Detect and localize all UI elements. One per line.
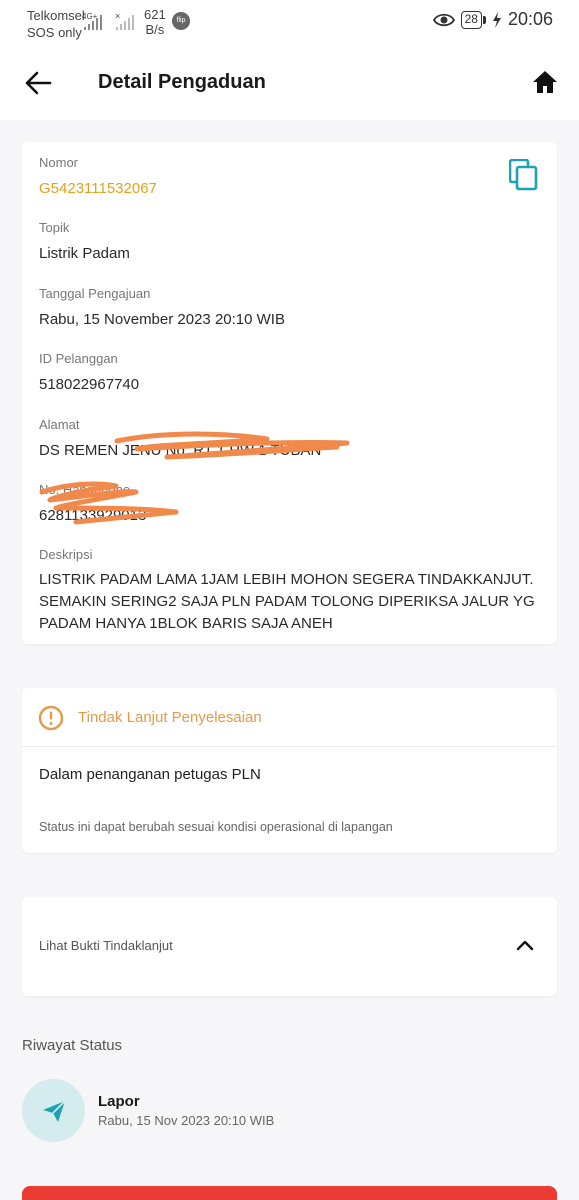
network-speed: 621 B/s [144,7,166,37]
carrier-name: Telkomsel [27,8,85,23]
alamat-value: DS REMEN JENU No. RT 1 RW 1 TUBAN [39,442,322,459]
home-icon[interactable] [531,68,559,96]
speed-unit: B/s [145,22,165,37]
field-alamat: Alamat DS REMEN JENU No. RT 1 RW 1 TUBAN [39,417,321,461]
evidence-label: Lihat Bukti Tindaklanjut [39,938,173,953]
network-type: 4G+ [82,12,98,21]
alert-circle-icon [38,705,64,731]
history-item-title: Lapor [98,1093,140,1110]
bottom-action-button[interactable] [22,1186,557,1200]
follow-up-header: Tindak Lanjut Penyelesaian [22,688,557,747]
follow-up-status: Dalam penanganan petugas PLN [39,766,261,783]
clock: 20:06 [507,9,553,29]
history-title: Riwayat Status [22,1037,123,1054]
page-title: Detail Pengaduan [98,71,266,93]
nomor-value: G5423111532067 [39,180,157,197]
idpel-label: ID Pelanggan [39,351,118,366]
history-item-icon [22,1079,85,1142]
app-bar: Detail Pengaduan [0,50,579,120]
battery-indicator: 28 [460,10,486,29]
back-arrow-icon[interactable] [24,69,52,97]
speed-value: 621 [144,7,166,22]
carrier-info: Telkomsel SOS only [27,7,85,41]
evidence-toggle-card[interactable]: Lihat Bukti Tindaklanjut [22,897,557,996]
follow-up-card: Tindak Lanjut Penyelesaian Dalam penanga… [22,688,557,853]
signal-icon: 4G+ × [82,11,134,30]
status-right: 28 20:06 [432,9,553,30]
chevron-up-icon[interactable] [515,935,535,955]
topik-value: Listrik Padam [39,245,130,262]
svg-text:×: × [115,11,120,21]
follow-up-title: Tindak Lanjut Penyelesaian [78,709,262,726]
history-item-time: Rabu, 15 Nov 2023 20:10 WIB [98,1113,275,1128]
flip-icon: flip [172,12,190,30]
sos-text: SOS only [27,25,82,40]
status-bar: Telkomsel SOS only 4G+ × 621 B/s flip 28… [0,0,579,50]
deskripsi-value: LISTRIK PADAM LAMA 1JAM LEBIH MOHON SEGE… [39,571,535,632]
eye-icon [432,13,455,26]
idpel-value: 518022967740 [39,376,140,393]
battery-level: 28 [460,10,482,29]
nomor-label: Nomor [39,155,79,170]
bolt-icon [492,11,501,28]
deskripsi-label: Deskripsi [39,547,93,562]
tanggal-label: Tanggal Pengajuan [39,286,151,301]
follow-up-note: Status ini dapat berubah sesuai kondisi … [39,820,393,834]
hp-label: No. Handphone [39,482,131,497]
field-nomor: Nomor G5423111532067 [39,155,157,199]
field-id-pelanggan: ID Pelanggan 518022967740 [39,351,139,395]
field-deskripsi: Deskripsi LISTRIK PADAM LAMA 1JAM LEBIH … [39,547,539,635]
send-icon [43,1100,66,1122]
tanggal-value: Rabu, 15 November 2023 20:10 WIB [39,311,285,328]
field-topik: Topik Listrik Padam [39,220,130,264]
copy-icon[interactable] [509,159,539,191]
topik-label: Topik [39,220,70,235]
field-handphone: No. Handphone 6281133929013 [39,482,146,526]
complaint-detail-card: Nomor G5423111532067 Topik Listrik Padam… [22,142,557,644]
hp-value: 6281133929013 [39,507,147,524]
alamat-label: Alamat [39,417,80,432]
field-tanggal: Tanggal Pengajuan Rabu, 15 November 2023… [39,286,285,330]
